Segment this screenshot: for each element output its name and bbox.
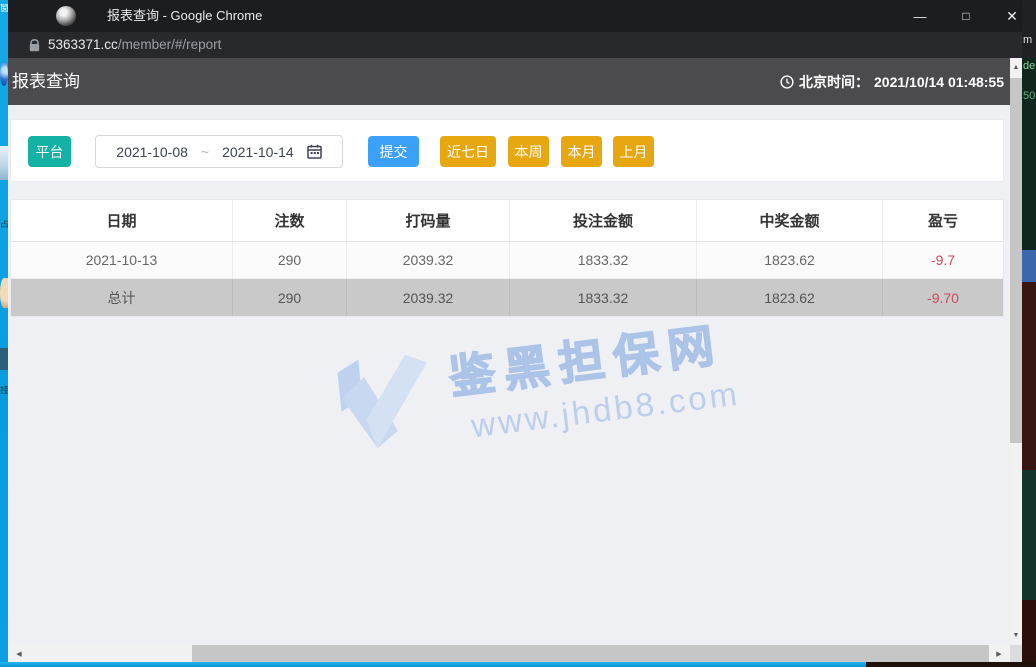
date-from-value[interactable]: 2021-10-08 <box>116 144 188 160</box>
right-edge-text-fragment: 50 <box>1023 90 1036 102</box>
scroll-down-icon[interactable]: ▼ <box>1010 629 1022 641</box>
column-header-date: 日期 <box>11 200 233 241</box>
cell-bet-amount: 1833.32 <box>510 242 697 278</box>
time-label: 北京时间： <box>799 72 869 92</box>
cell-win-amount: 1823.62 <box>697 242 883 278</box>
beijing-time: 北京时间： 2021/10/14 01:48:55 <box>780 58 1004 105</box>
left-edge-text-fragment: 挂 <box>0 386 8 395</box>
right-edge-text-fragment: m <box>1023 34 1036 46</box>
left-edge-text-fragment: 窗 <box>0 4 8 13</box>
quick-range-lastmonth-button[interactable]: 上月 <box>613 136 654 167</box>
scroll-left-icon[interactable]: ◀ <box>12 645 26 662</box>
date-to-value[interactable]: 2021-10-14 <box>222 144 294 160</box>
cell-date: 2021-10-13 <box>11 242 233 278</box>
column-header-bets: 注数 <box>233 200 347 241</box>
url-domain: 5363371.cc <box>48 37 118 52</box>
table-header-row: 日期 注数 打码量 投注金额 中奖金额 盈亏 <box>11 200 1003 242</box>
lock-icon[interactable] <box>29 39 40 57</box>
watermark-text: 鉴黑担保网 www.jhdb8.com <box>445 307 742 447</box>
url-field[interactable]: 5363371.cc/member/#/report <box>48 32 221 58</box>
address-bar[interactable]: 5363371.cc/member/#/report <box>8 32 1022 58</box>
platform-button[interactable]: 平台 <box>28 136 71 167</box>
left-edge-text-fragment: 占 <box>0 220 8 229</box>
report-table: 日期 注数 打码量 投注金额 中奖金额 盈亏 2021-10-13 290 20… <box>10 199 1004 317</box>
column-header-win-amount: 中奖金额 <box>697 200 883 241</box>
cell-bets: 290 <box>233 242 347 278</box>
right-edge-segment <box>1022 58 1036 250</box>
column-header-wagering: 打码量 <box>347 200 510 241</box>
background-window-edge-bottom <box>866 662 1036 667</box>
quick-range-last7days-button[interactable]: 近七日 <box>440 136 496 167</box>
calendar-icon <box>307 144 322 159</box>
cell-total-bet-amount: 1833.32 <box>510 279 697 316</box>
cell-profit: -9.7 <box>883 242 1003 278</box>
column-header-profit: 盈亏 <box>883 200 1003 241</box>
cube-icon <box>0 146 8 180</box>
background-window-edge-right: m de 50 <box>1022 0 1036 667</box>
time-value: 2021/10/14 01:48:55 <box>874 74 1004 90</box>
globe-icon <box>0 62 8 86</box>
right-edge-text-fragment: de <box>1023 60 1036 72</box>
quick-range-thisweek-button[interactable]: 本周 <box>508 136 549 167</box>
page-content: 报表查询 北京时间： 2021/10/14 01:48:55 平台 2021-1… <box>8 58 1010 645</box>
right-edge-segment <box>1022 600 1036 667</box>
scroll-right-icon[interactable]: ▶ <box>992 645 1006 662</box>
left-edge-shape-fragment <box>0 348 8 370</box>
vertical-scrollbar[interactable]: ▲ ▼ <box>1010 58 1022 645</box>
url-path: /member/#/report <box>118 37 222 52</box>
close-button[interactable]: ✕ <box>997 0 1027 32</box>
maximize-button[interactable]: □ <box>951 0 981 32</box>
cell-wagering: 2039.32 <box>347 242 510 278</box>
window-title-bar[interactable]: 报表查询 - Google Chrome — □ ✕ <box>8 0 1022 32</box>
page-header: 报表查询 北京时间： 2021/10/14 01:48:55 <box>8 58 1010 105</box>
right-edge-segment <box>1022 470 1036 600</box>
submit-button[interactable]: 提交 <box>368 136 419 167</box>
horizontal-scrollbar-thumb[interactable] <box>192 645 989 662</box>
table-row: 2021-10-13 290 2039.32 1833.32 1823.62 -… <box>11 242 1003 279</box>
column-header-bet-amount: 投注金额 <box>510 200 697 241</box>
clock-icon <box>780 75 794 89</box>
right-edge-segment <box>1022 282 1036 470</box>
jhdb8-logo-icon <box>328 345 445 463</box>
scroll-up-icon[interactable]: ▲ <box>1010 61 1022 73</box>
watermark-site-name: 鉴黑担保网 <box>445 307 737 407</box>
cell-total-bets: 290 <box>233 279 347 316</box>
cell-total-wagering: 2039.32 <box>347 279 510 316</box>
background-desktop-edge-bottom <box>0 662 866 667</box>
page-title: 报表查询 <box>12 58 80 105</box>
site-favicon-icon <box>56 6 76 26</box>
vertical-scrollbar-thumb[interactable] <box>1010 78 1022 443</box>
cell-total-profit: -9.70 <box>883 279 1003 316</box>
horizontal-scrollbar[interactable]: ◀ ▶ <box>8 645 1010 662</box>
cell-total-win-amount: 1823.62 <box>697 279 883 316</box>
quick-range-thismonth-button[interactable]: 本月 <box>561 136 602 167</box>
cell-total-label: 总计 <box>11 279 233 316</box>
date-range-picker[interactable]: 2021-10-08 ~ 2021-10-14 <box>95 135 343 168</box>
table-total-row: 总计 290 2039.32 1833.32 1823.62 -9.70 <box>11 279 1003 316</box>
minimize-button[interactable]: — <box>905 0 935 32</box>
window-title: 报表查询 - Google Chrome <box>107 0 262 32</box>
watermark-site-url: www.jhdb8.com <box>469 375 742 446</box>
date-range-separator: ~ <box>201 144 209 160</box>
avatar <box>0 278 8 308</box>
site-watermark: 鉴黑担保网 www.jhdb8.com <box>323 290 823 470</box>
right-edge-segment <box>1022 250 1036 282</box>
background-desktop-edge-left: 窗 占 挂 <box>0 0 8 667</box>
scrollbar-corner <box>1010 645 1022 662</box>
